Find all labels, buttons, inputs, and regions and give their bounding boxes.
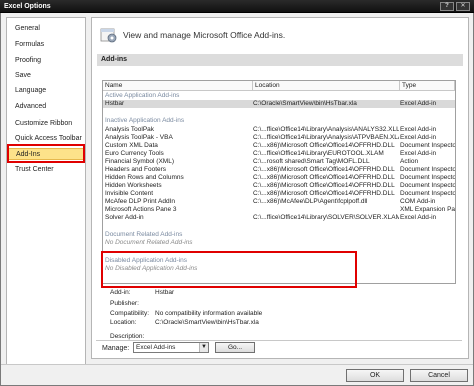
manage-select-value: Excel Add-ins [136, 344, 176, 351]
sidebar-item-customize-ribbon[interactable]: Customize Ribbon [7, 118, 85, 130]
window-controls: ? ✕ [440, 2, 470, 11]
sidebar-item-advanced[interactable]: Advanced [7, 101, 85, 113]
options-dialog: General Formulas Proofing Save Language … [0, 13, 474, 386]
sidebar: General Formulas Proofing Save Language … [6, 17, 86, 373]
table-row[interactable]: Invisible Content C:\...x86)\Microsoft O… [103, 190, 455, 198]
sidebar-item-general[interactable]: General [7, 23, 85, 35]
table-row[interactable]: McAfee DLP Print AddIn C:\...x86)\McAfee… [103, 198, 455, 206]
column-header-name[interactable]: Name [103, 81, 253, 91]
group-inactive: Inactive Application Add-ins [105, 117, 185, 124]
table-row[interactable]: Solver Add-in C:\...ffice\Office14\Libra… [103, 214, 455, 222]
cancel-button[interactable]: Cancel [410, 369, 468, 382]
sidebar-item-add-ins[interactable]: Add-Ins [7, 148, 85, 160]
table-row[interactable]: Hidden Rows and Columns C:\...x86)\Micro… [103, 174, 455, 182]
table-row[interactable]: Analysis ToolPak C:\...ffice\Office14\Li… [103, 126, 455, 134]
dialog-footer: OK Cancel [1, 364, 473, 385]
chevron-down-icon[interactable]: ▼ [199, 343, 208, 352]
sidebar-item-formulas[interactable]: Formulas [7, 39, 85, 51]
document-empty-note: No Document Related Add-ins [105, 239, 193, 246]
title-bar: Excel Options ? ✕ [0, 0, 474, 13]
add-ins-table[interactable]: Name Location Type Active Application Ad… [102, 80, 456, 284]
detail-location-value: C:\Oracle\SmartView\bin\HsTbar.xla [155, 319, 259, 326]
main-panel: View and manage Microsoft Office Add-ins… [91, 17, 469, 359]
close-icon[interactable]: ✕ [456, 2, 470, 11]
sidebar-item-trust-center[interactable]: Trust Center [7, 164, 85, 176]
group-document: Document Related Add-ins [105, 231, 183, 238]
detail-location-label: Location: [110, 319, 137, 326]
table-row[interactable]: Hidden Worksheets C:\...x86)\Microsoft O… [103, 182, 455, 190]
table-row[interactable]: Microsoft Actions Pane 3 XML Expansion P… [103, 206, 455, 214]
group-disabled: Disabled Application Add-ins [105, 257, 188, 264]
column-header-type[interactable]: Type [400, 81, 455, 91]
disabled-empty-note: No Disabled Application Add-ins [105, 265, 198, 272]
detail-addin-label: Add-in: [110, 289, 131, 296]
group-active: Active Application Add-ins [105, 92, 180, 99]
detail-compat-label: Compatibility: [110, 310, 150, 317]
table-row[interactable]: Custom XML Data C:\...x86)\Microsoft Off… [103, 142, 455, 150]
detail-addin-value: Hstbar [155, 289, 175, 296]
add-ins-section-heading: Add-ins [97, 54, 463, 66]
sidebar-item-quick-access-toolbar[interactable]: Quick Access Toolbar [7, 133, 85, 145]
manage-label: Manage: [102, 345, 130, 352]
add-ins-gear-icon [100, 28, 117, 43]
detail-publisher-label: Publisher: [110, 300, 139, 307]
sidebar-item-save[interactable]: Save [7, 70, 85, 82]
sidebar-item-language[interactable]: Language [7, 85, 85, 97]
table-row[interactable]: Analysis ToolPak - VBA C:\...ffice\Offic… [103, 134, 455, 142]
column-header-location[interactable]: Location [253, 81, 400, 91]
detail-compat-value: No compatibility information available [155, 310, 263, 317]
sidebar-item-proofing[interactable]: Proofing [7, 55, 85, 67]
window-title: Excel Options [4, 3, 51, 10]
go-button[interactable]: Go... [215, 342, 255, 353]
table-row[interactable]: Financial Symbol (XML) C:\...rosoft shar… [103, 158, 455, 166]
table-row[interactable]: Hstbar C:\Oracle\SmartView\bin\HsTbar.xl… [103, 100, 455, 108]
detail-description-label: Description: [110, 333, 145, 340]
page-title: View and manage Microsoft Office Add-ins… [123, 30, 286, 40]
ok-button[interactable]: OK [346, 369, 404, 382]
table-row[interactable]: Headers and Footers C:\...x86)\Microsoft… [103, 166, 455, 174]
table-row[interactable]: Euro Currency Tools C:\...ffice\Office14… [103, 150, 455, 158]
manage-select[interactable]: Excel Add-ins ▼ [133, 342, 209, 353]
manage-divider [96, 340, 462, 341]
help-icon[interactable]: ? [440, 2, 454, 11]
